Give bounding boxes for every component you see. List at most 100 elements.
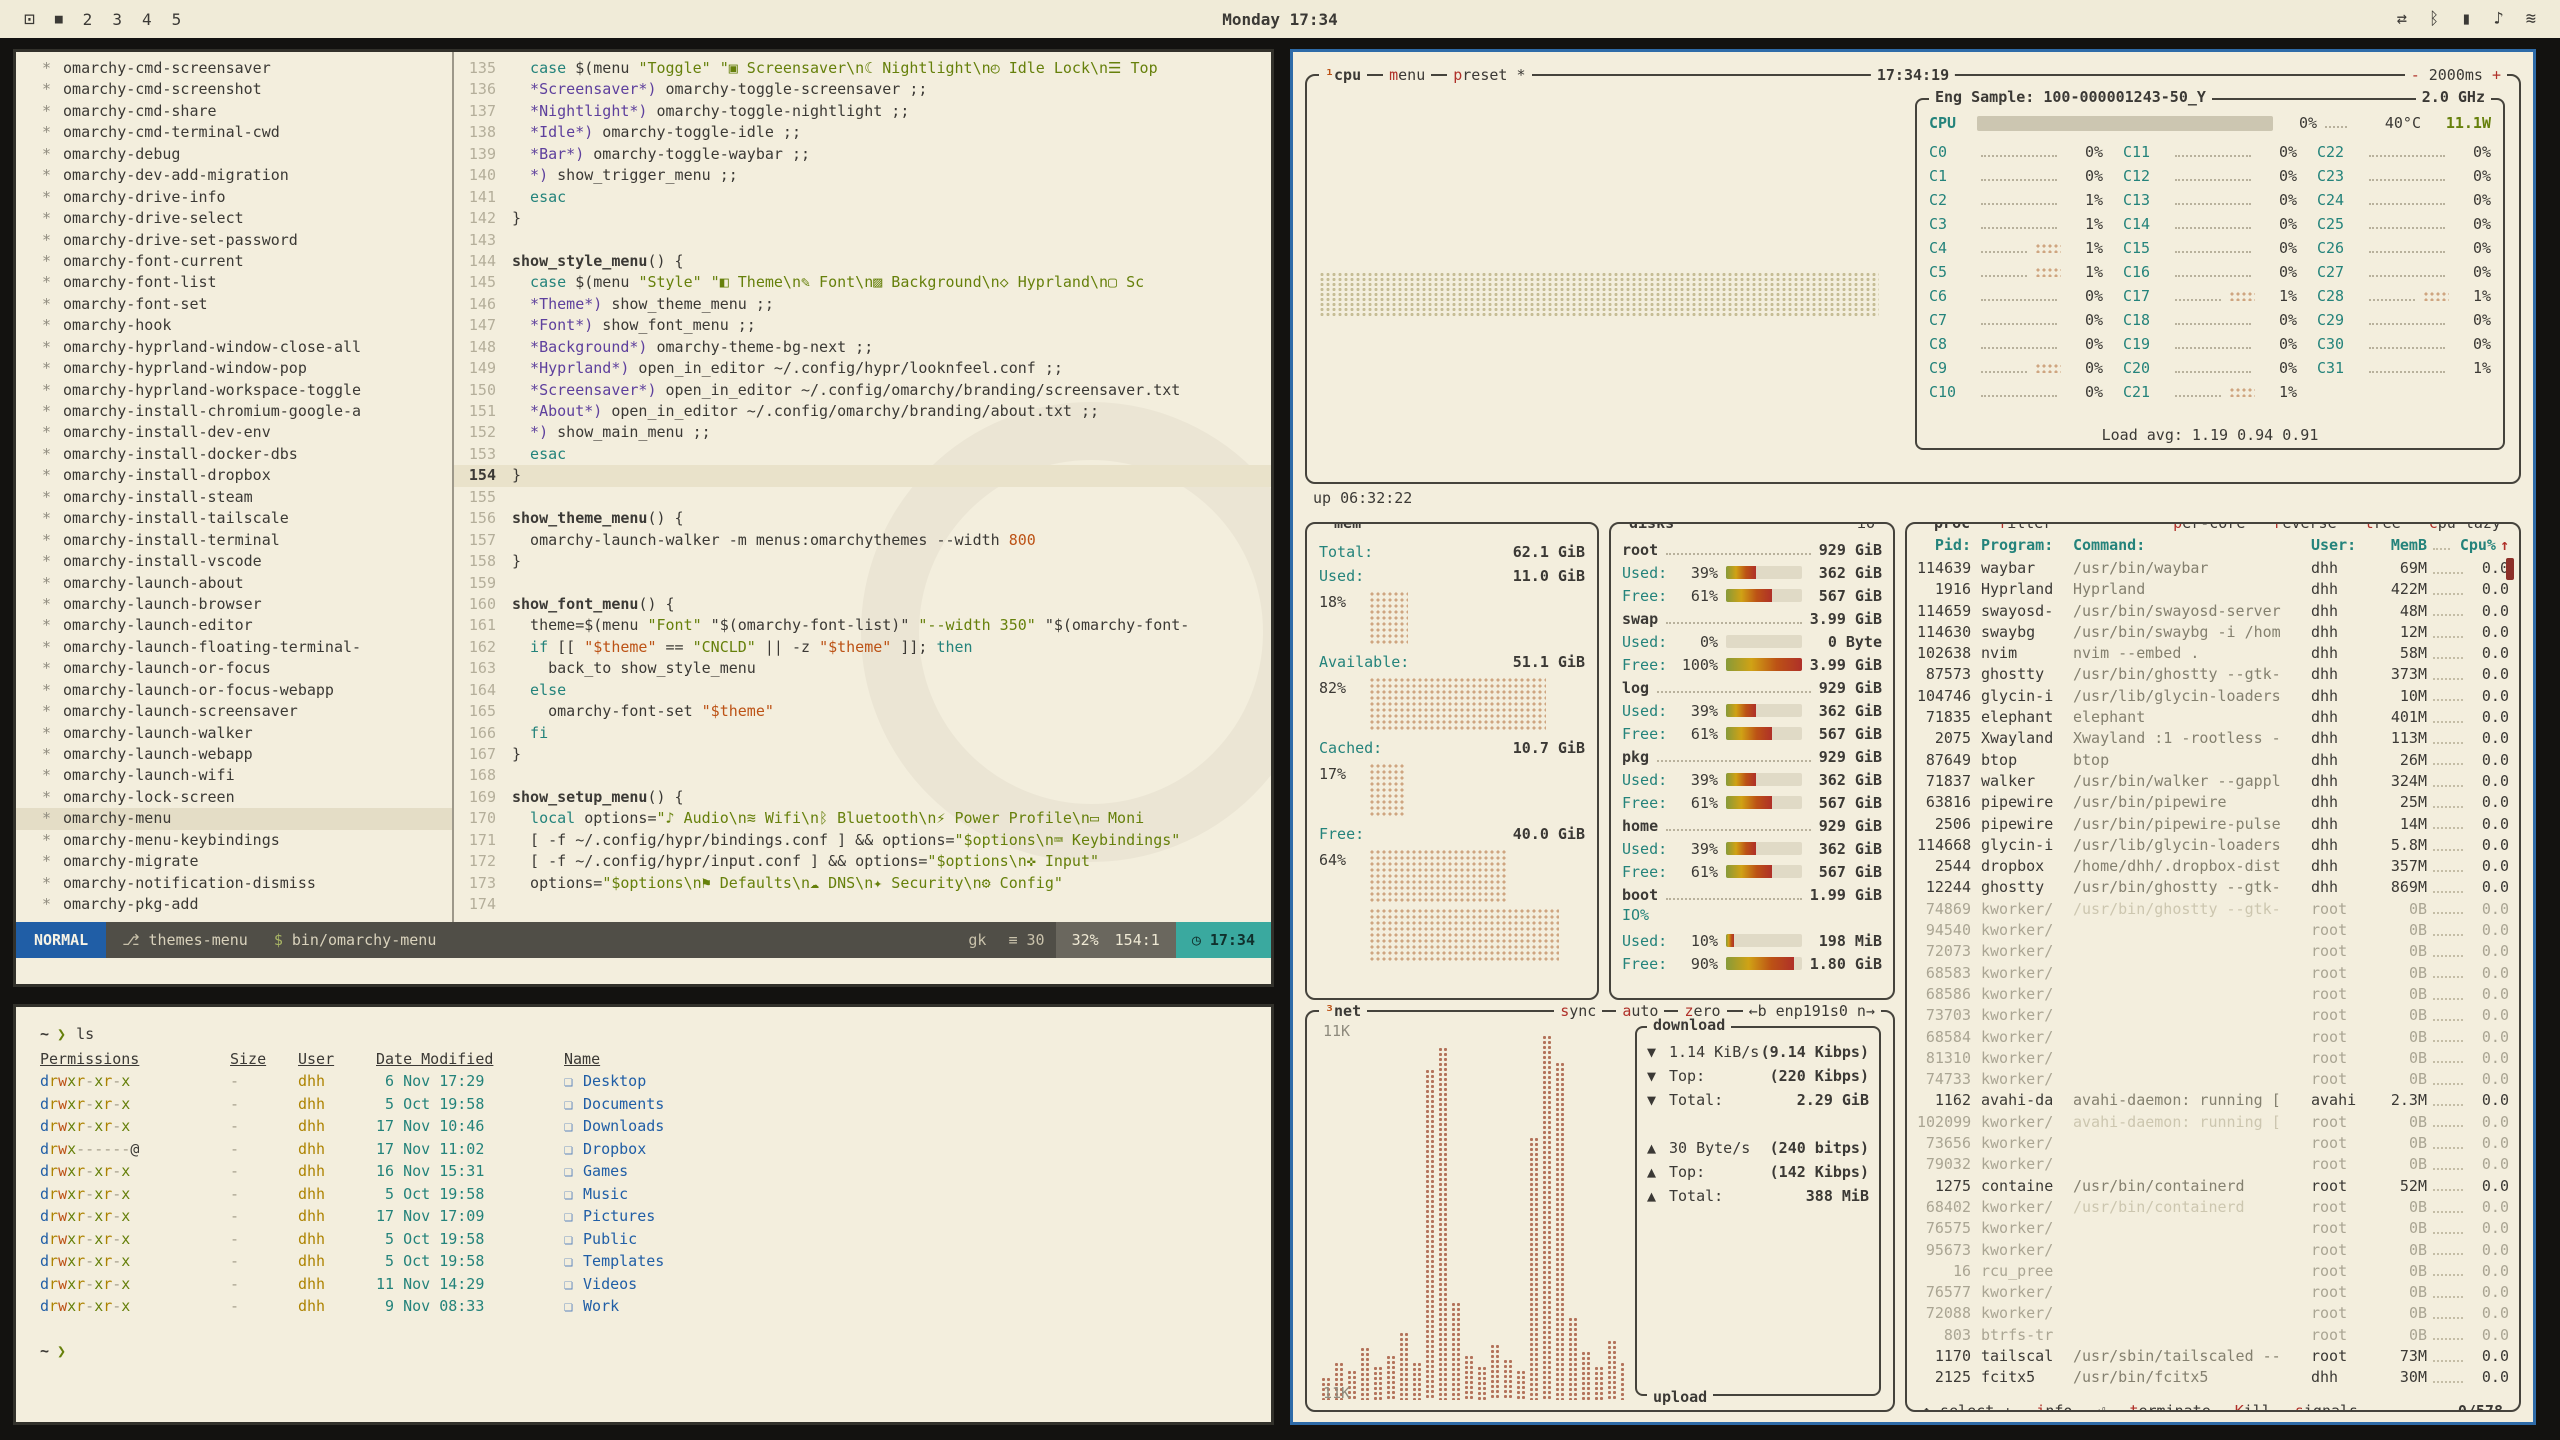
code-line[interactable]: 161 theme=$(menu "Font" "$(omarchy-font-… [454,615,1271,636]
file-item[interactable]: *omarchy-hook [16,315,452,336]
process-row[interactable]: 76575kworker/root0B0.0 [1917,1218,2509,1239]
workspace-3[interactable]: 3 [112,10,122,29]
network-icon[interactable]: ≋ [2526,9,2536,29]
process-row[interactable]: 102638nvimnvim --embed .dhh58M0.0 [1917,643,2509,664]
code-line[interactable]: 160show_font_menu() { [454,594,1271,615]
code-line[interactable]: 151 *About*) open_in_editor ~/.config/om… [454,401,1271,422]
process-row[interactable]: 68402kworker//usr/bin/containerdroot0B0.… [1917,1197,2509,1218]
process-row[interactable]: 73703kworker/root0B0.0 [1917,1005,2509,1026]
process-row[interactable]: 2125fcitx5/usr/bin/fcitx5dhh30M0.0 [1917,1367,2509,1388]
code-line[interactable]: 135 case $(menu "Toggle" "▣ Screensaver\… [454,58,1271,79]
file-item[interactable]: *omarchy-menu-keybindings [16,830,452,851]
process-row[interactable]: 114630swaybg/usr/bin/swaybg -i /homdhh12… [1917,622,2509,643]
code-line[interactable]: 173 options="$options\n⚑ Defaults\n☁ DNS… [454,873,1271,894]
code-line[interactable]: 138 *Idle*) omarchy-toggle-idle ;; [454,122,1271,143]
file-name[interactable]: ❏Videos [564,1273,1271,1296]
code-line[interactable]: 140 *) show_trigger_menu ;; [454,165,1271,186]
sync-tab[interactable]: sync [1554,1000,1602,1022]
file-name[interactable]: ❏Public [564,1228,1271,1251]
file-name[interactable]: ❏Pictures [564,1205,1271,1228]
file-item[interactable]: *omarchy-dev-add-migration [16,165,452,186]
process-row[interactable]: 71837walker/usr/bin/walker --gappldhh324… [1917,771,2509,792]
code-line[interactable]: 146 *Theme*) show_theme_menu ;; [454,294,1271,315]
code-line[interactable]: 172 [ -f ~/.config/hypr/input.conf ] && … [454,851,1271,872]
process-row[interactable]: 1275containe/usr/bin/containerdroot52M0.… [1917,1176,2509,1197]
file-name[interactable]: ❏Downloads [564,1115,1271,1138]
network-interface[interactable]: ←b enp191s0 n→ [1743,1000,1881,1022]
file-item[interactable]: *omarchy-install-chromium-google-a [16,401,452,422]
file-item[interactable]: *omarchy-migrate [16,851,452,872]
file-item[interactable]: *omarchy-launch-walker [16,723,452,744]
file-item[interactable]: *omarchy-drive-select [16,208,452,229]
process-row[interactable]: 2544dropbox/home/dhh/.dropbox-distdhh357… [1917,856,2509,877]
file-item[interactable]: *omarchy-drive-set-password [16,230,452,251]
file-item[interactable]: *omarchy-install-vscode [16,551,452,572]
per-core-tab[interactable]: per-core [2167,522,2251,534]
process-row[interactable]: 72073kworker/root0B0.0 [1917,941,2509,962]
file-name[interactable]: ❏Documents [564,1093,1271,1116]
signals-button[interactable]: signals [2290,1400,2363,1412]
code-line[interactable]: 136 *Screensaver*) omarchy-toggle-screen… [454,79,1271,100]
code-line[interactable]: 153 esac [454,444,1271,465]
file-item[interactable]: *omarchy-launch-webapp [16,744,452,765]
preset-tab[interactable]: preset * [1447,64,1531,86]
code-line[interactable]: 147 *Font*) show_font_menu ;; [454,315,1271,336]
menu-tab[interactable]: menu [1383,64,1431,86]
file-name[interactable]: ❏Work [564,1295,1271,1318]
file-item[interactable]: *omarchy-launch-about [16,573,452,594]
code-line[interactable]: 159 [454,573,1271,594]
code-line[interactable]: 163 back_to show_style_menu [454,658,1271,679]
filter-tab[interactable]: filter [1992,522,2058,534]
screencast-icon[interactable]: ⇄ [2397,9,2407,29]
process-row[interactable]: 68584kworker/root0B0.0 [1917,1027,2509,1048]
code-line[interactable]: 168 [454,765,1271,786]
process-row[interactable]: 1162avahi-daavahi-daemon: running [avahi… [1917,1090,2509,1111]
process-row[interactable]: 74869kworker//usr/bin/ghostty --gtk-root… [1917,899,2509,920]
tree-tab[interactable]: tree [2359,522,2407,534]
file-item[interactable]: *omarchy-menu [16,808,452,829]
bluetooth-icon[interactable]: ᛒ [2429,9,2439,29]
file-item[interactable]: *omarchy-cmd-terminal-cwd [16,122,452,143]
code-line[interactable]: 170 local options="♪ Audio\n≋ Wifi\nᛒ Bl… [454,808,1271,829]
code-line[interactable]: 152 *) show_main_menu ;; [454,422,1271,443]
workspace-4[interactable]: 4 [142,10,152,29]
file-item[interactable]: *omarchy-install-docker-dbs [16,444,452,465]
file-item[interactable]: *omarchy-drive-info [16,187,452,208]
code-line[interactable]: 166 fi [454,723,1271,744]
file-item[interactable]: *omarchy-font-set [16,294,452,315]
code-line[interactable]: 165 omarchy-font-set "$theme" [454,701,1271,722]
code-line[interactable]: 149 *Hyprland*) open_in_editor ~/.config… [454,358,1271,379]
process-row[interactable]: 2075XwaylandXwayland :1 -rootless -dhh11… [1917,728,2509,749]
process-row[interactable]: 1170tailscal/usr/sbin/tailscaled --root7… [1917,1346,2509,1367]
file-name[interactable]: ❏Templates [564,1250,1271,1273]
reverse-tab[interactable]: reverse [2267,522,2342,534]
file-item[interactable]: *omarchy-cmd-share [16,101,452,122]
code-line[interactable]: 155 [454,487,1271,508]
file-item[interactable]: *omarchy-debug [16,144,452,165]
file-item[interactable]: *omarchy-hyprland-workspace-toggle [16,380,452,401]
kill-button[interactable]: Kill [2230,1400,2276,1412]
file-item[interactable]: *omarchy-launch-wifi [16,765,452,786]
file-item[interactable]: *omarchy-lock-screen [16,787,452,808]
file-item[interactable]: *omarchy-pkg-add [16,894,452,915]
file-item[interactable]: *omarchy-install-terminal [16,530,452,551]
process-row[interactable]: 76577kworker/root0B0.0 [1917,1282,2509,1303]
code-line[interactable]: 144show_style_menu() { [454,251,1271,272]
file-item[interactable]: *omarchy-install-steam [16,487,452,508]
io-tab[interactable]: io [1851,522,1881,534]
code-line[interactable]: 137 *Nightlight*) omarchy-toggle-nightli… [454,101,1271,122]
file-item[interactable]: *omarchy-launch-or-focus [16,658,452,679]
process-row[interactable]: 81310kworker/root0B0.0 [1917,1048,2509,1069]
terminate-button[interactable]: terminate [2124,1400,2215,1412]
file-name[interactable]: ❏Music [564,1183,1271,1206]
process-row[interactable]: 104746glycin-i/usr/lib/glycin-loadersdhh… [1917,686,2509,707]
file-name[interactable]: ❏Games [564,1160,1271,1183]
file-item[interactable]: *omarchy-hyprland-window-pop [16,358,452,379]
process-row[interactable]: 1916HyprlandHyprlanddhh422M0.0 [1917,579,2509,600]
prompt-line-2[interactable]: ~ ❯ [40,1340,1271,1363]
process-row[interactable]: 72088kworker/root0B0.0 [1917,1303,2509,1324]
code-line[interactable]: 169show_setup_menu() { [454,787,1271,808]
file-name[interactable]: ❏Desktop [564,1070,1271,1093]
code-line[interactable]: 150 *Screensaver*) open_in_editor ~/.con… [454,380,1271,401]
code-line[interactable]: 139 *Bar*) omarchy-toggle-waybar ;; [454,144,1271,165]
